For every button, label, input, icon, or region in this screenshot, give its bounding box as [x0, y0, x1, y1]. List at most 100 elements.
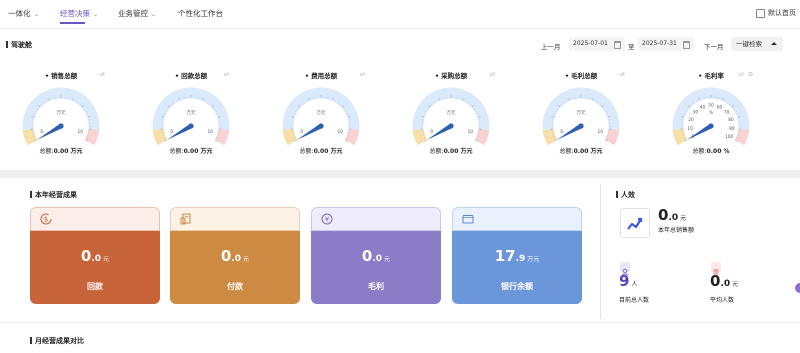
gauge-unit-label: 万元 [447, 110, 456, 116]
monthly-comparison-title: 月经营成果对比 [30, 336, 84, 346]
divider [0, 322, 800, 323]
refresh-icon[interactable]: ⇄ [739, 71, 744, 78]
nav-item-business-control[interactable]: 业务管控 ⌄ [118, 8, 157, 19]
start-date-input[interactable]: 2025-07-01 [569, 37, 625, 51]
trend-chart-icon [627, 217, 643, 230]
kpi-card-body [311, 231, 441, 304]
calendar-icon [614, 41, 621, 49]
divider [0, 28, 800, 29]
start-date-value: 2025-07-01 [573, 40, 608, 47]
nav-item-workbench[interactable]: 个性化工作台 [178, 8, 223, 19]
gauge-band [734, 128, 750, 146]
gauge-tick-label: 10 [207, 129, 213, 135]
gauge-gross-margin: 毛利率 ⇄ ⚙ 0102030405060708090100% 总额:0.00 … [656, 70, 766, 160]
gauge-total: 总额:0.00 万元 [169, 148, 213, 155]
gauge-unit-label: 万元 [317, 110, 326, 116]
yearly-results-title: 本年经营成果 [30, 190, 77, 200]
kpi-value: 0.0 元 [220, 247, 250, 265]
gauge-band [214, 128, 230, 146]
gauge-band [84, 128, 100, 146]
gauge-needle-hub [188, 123, 194, 129]
gauge-tick-label: 50 [708, 103, 714, 109]
gauge-tick-label: 0 [430, 129, 433, 135]
gauge-total: 总额:0.00 万元 [559, 148, 603, 155]
refresh-icon[interactable]: ⇄ [360, 71, 365, 78]
gauge-total: 总额:0.00 万元 [429, 148, 473, 155]
gauge-needle-hub [708, 123, 714, 129]
gauge-tick-label: 0 [300, 129, 303, 135]
kpi-card-body [30, 231, 160, 304]
gauge-tick-label: 0 [560, 129, 563, 135]
gauge-chart: 0 10 万元 [542, 87, 620, 146]
gauge-needle-hub [58, 123, 64, 129]
nav-item-label: 个性化工作台 [178, 9, 223, 18]
gauge-unit-label: 万元 [577, 110, 586, 116]
gauge-tick-label: 10 [687, 126, 693, 132]
kpi-card-bank-balance[interactable]: 17.9 万元 银行余额 [452, 207, 582, 304]
gauge-tick-label: 0 [40, 129, 43, 135]
refresh-icon[interactable]: ⇄ [490, 71, 495, 78]
kpi-card-collection[interactable]: $ 0.0 元 回款 [30, 207, 160, 304]
gauge-tick-label: 90 [729, 126, 735, 132]
kpi-card-body [452, 231, 582, 304]
dashboard-title: 驾驶舱 [6, 40, 32, 50]
kpi-label: 回款 [87, 282, 103, 291]
caret-up-icon [771, 42, 777, 45]
gauge-total: 总额:0.00 万元 [39, 148, 83, 155]
gauge-tick-label: 100 [725, 134, 733, 140]
people-efficiency-title: 人效 [616, 190, 635, 200]
gauge-total: 总额:0.00 万元 [299, 148, 343, 155]
gauge-tick-label: 40 [700, 104, 706, 110]
top-nav: 一体化 ⌄ 经营决策 ⌄ 业务管控 ⌄ 个性化工作台 默认首页 [0, 0, 800, 26]
nav-item-label: 经营决策 [60, 9, 90, 18]
end-date-input[interactable]: 2025-07-31 [638, 37, 694, 51]
settings-icon[interactable]: ⚙ [748, 71, 753, 78]
kpi-card-gross-profit[interactable]: ¥ 0.0 元 毛利 [311, 207, 441, 304]
one-click-search-button[interactable]: 一键检索 [731, 37, 783, 51]
gauge-chart: 0 10 万元 [282, 87, 360, 146]
gauge-sales-total: 销售总额 ⇄ 010万元 总额:0.00 万元 [6, 70, 116, 160]
refresh-icon[interactable]: ⇄ [100, 71, 105, 78]
gauge-needle-hub [578, 123, 584, 129]
gauge-band [672, 128, 688, 146]
gauge-chart: 0 10 万元 [412, 87, 490, 146]
default-home-checkbox[interactable]: 默认首页 [756, 8, 796, 18]
nav-item-label: 业务管控 [118, 9, 148, 18]
receipt-icon [180, 213, 191, 225]
kpi-card-payment[interactable]: 0.0 元 付款 [170, 207, 300, 304]
kpi-value: 0.0 元 [80, 247, 110, 265]
checkbox-icon[interactable] [756, 8, 765, 18]
kpi-card-body [170, 231, 300, 304]
gauge-band [412, 128, 428, 146]
nav-item-integration[interactable]: 一体化 ⌄ [8, 8, 39, 19]
gauge-tick-label: 30 [693, 110, 699, 116]
gauge-needle-hub [448, 123, 454, 129]
list-icon [711, 262, 721, 275]
gauge-collection-total: 回款总额 ⇄ 010万元 总额:0.00 万元 [136, 70, 246, 160]
refresh-icon[interactable]: ⇄ [224, 71, 229, 78]
divider [600, 184, 601, 319]
gauge-chart: 0 10 万元 [22, 87, 100, 146]
chevron-down-icon: ⌄ [150, 11, 157, 18]
kpi-label: 毛利 [368, 282, 384, 291]
gauge-band [344, 128, 360, 146]
nav-item-decision[interactable]: 经营决策 ⌄ [60, 8, 99, 19]
headcount-label: 目前总人数 [619, 297, 650, 304]
kpi-value: 0.0 元 [361, 247, 391, 265]
floating-assistant-button[interactable] [795, 283, 800, 293]
gauge-tick-label: 70 [724, 110, 730, 116]
total-sales-label: 本年总销售额 [658, 227, 695, 234]
headcount-icon [620, 262, 630, 276]
refresh-icon[interactable]: ⇄ [620, 71, 625, 78]
svg-text:¥: ¥ [325, 216, 330, 224]
svg-text:$: $ [44, 216, 48, 224]
active-tab-indicator [60, 22, 85, 24]
gauge-band [282, 128, 298, 146]
gauge-band [604, 128, 620, 146]
prev-month-button[interactable]: 上一月 [541, 41, 561, 51]
section-separator [0, 170, 800, 178]
gauge-purchase-total: 采购总额 ⇄ 010万元 总额:0.00 万元 [396, 70, 506, 160]
average-value: 0.0 元 [710, 272, 739, 290]
next-month-button[interactable]: 下一月 [704, 41, 724, 51]
gauge-tick-label: 10 [467, 129, 473, 135]
